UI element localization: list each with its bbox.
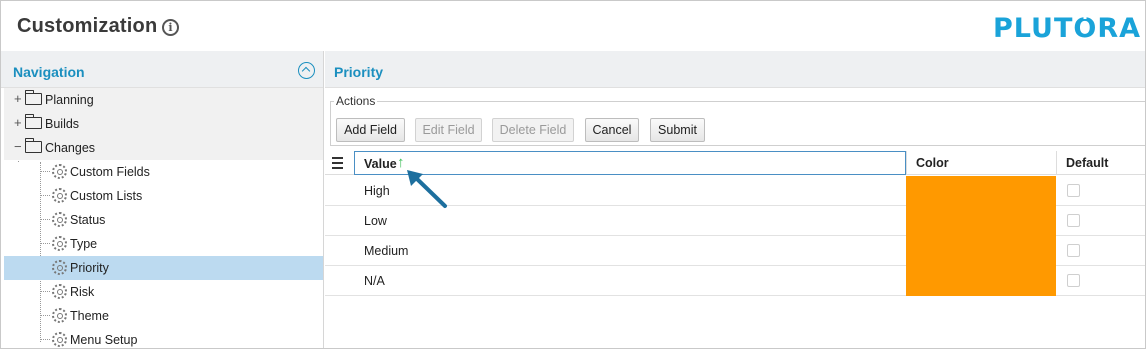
tree-folder-label: Planning <box>45 93 94 107</box>
sidebar-item-custom-fields[interactable]: Custom Fields <box>4 160 323 184</box>
section-title: Priority <box>334 64 384 80</box>
app-window: Customization i PLUTORA Navigation + Pla… <box>0 0 1146 349</box>
edit-field-button[interactable]: Edit Field <box>415 118 482 142</box>
grid-header: Value ↑ Color Default <box>325 151 1145 175</box>
sidebar-item-custom-lists[interactable]: Custom Lists <box>4 184 323 208</box>
main-panel: Priority Actions Add Field Edit Field De… <box>325 51 1145 348</box>
gear-icon <box>52 332 67 347</box>
gear-icon <box>52 212 67 227</box>
sidebar-item-label: Priority <box>70 261 109 275</box>
default-checkbox[interactable] <box>1067 244 1080 257</box>
default-checkbox[interactable] <box>1067 274 1080 287</box>
actions-fieldset: Actions Add Field Edit Field Delete Fiel… <box>330 94 1145 146</box>
sort-ascending-arrow-icon[interactable]: ↑ <box>397 154 405 171</box>
sidebar-item-priority[interactable]: Priority <box>4 256 323 280</box>
brand-logo: PLUTORA <box>992 13 1141 44</box>
sidebar-item-label: Risk <box>70 285 95 299</box>
sidebar-item-label: Custom Lists <box>70 189 143 203</box>
info-icon[interactable]: i <box>162 19 179 36</box>
color-swatch[interactable] <box>906 236 1056 266</box>
sidebar-item-label: Menu Setup <box>70 333 138 347</box>
table-row[interactable]: Medium <box>325 236 1145 266</box>
add-field-button[interactable]: Add Field <box>336 118 405 142</box>
value-cell: Low <box>364 214 387 228</box>
color-swatch[interactable] <box>906 266 1056 296</box>
folder-icon <box>24 90 42 105</box>
column-header-color[interactable]: Color <box>906 151 1056 175</box>
navigation-title: Navigation <box>13 64 85 80</box>
color-swatch[interactable] <box>906 206 1056 236</box>
tree-folder-planning[interactable]: + Planning <box>4 88 323 112</box>
gear-icon <box>52 284 67 299</box>
sidebar-item-label: Theme <box>70 309 109 323</box>
page-header: Customization i PLUTORA <box>1 1 1145 51</box>
gear-icon <box>52 308 67 323</box>
column-header-label: Default <box>1066 156 1109 170</box>
tree-folder-label: Builds <box>45 117 80 131</box>
gear-icon <box>52 260 67 275</box>
table-row[interactable]: High <box>325 176 1145 206</box>
gear-icon <box>52 188 67 203</box>
reorder-icon[interactable] <box>332 157 343 169</box>
column-header-default[interactable]: Default <box>1056 151 1145 175</box>
main-header: Priority <box>325 51 1145 88</box>
sidebar-item-theme[interactable]: Theme <box>4 304 323 328</box>
actions-legend: Actions <box>334 94 378 108</box>
sidebar-item-menu-setup[interactable]: Menu Setup <box>4 328 323 348</box>
color-swatch[interactable] <box>906 176 1056 206</box>
submit-button[interactable]: Submit <box>650 118 705 142</box>
navigation-panel: Navigation + Planning + Builds − Changes… <box>1 51 324 348</box>
sidebar-item-label: Status <box>70 213 106 227</box>
sidebar-item-risk[interactable]: Risk <box>4 280 323 304</box>
sidebar-item-label: Type <box>70 237 98 251</box>
sidebar-item-status[interactable]: Status <box>4 208 323 232</box>
gear-icon <box>52 236 67 251</box>
cancel-button[interactable]: Cancel <box>585 118 639 142</box>
value-cell: Medium <box>364 244 409 258</box>
table-row[interactable]: N/A <box>325 266 1145 296</box>
folder-icon <box>24 114 42 129</box>
tree-folder-label: Changes <box>45 141 96 155</box>
default-checkbox[interactable] <box>1067 184 1080 197</box>
page-title: Customization <box>17 15 158 37</box>
column-header-label: Color <box>916 156 949 170</box>
default-checkbox[interactable] <box>1067 214 1080 227</box>
open-folder-icon <box>24 138 42 153</box>
collapse-chevron-up-icon[interactable] <box>298 62 315 79</box>
column-header-value[interactable]: Value ↑ <box>354 151 906 175</box>
expand-plus-icon[interactable]: + <box>14 115 22 130</box>
column-header-label: Value <box>364 157 397 171</box>
collapse-minus-icon[interactable]: − <box>14 139 22 154</box>
tree-folder-changes[interactable]: − Changes <box>4 136 323 160</box>
value-cell: N/A <box>364 274 385 288</box>
gear-icon <box>52 164 67 179</box>
value-cell: High <box>364 184 390 198</box>
expand-plus-icon[interactable]: + <box>14 91 22 106</box>
sidebar-item-label: Custom Fields <box>70 165 150 179</box>
sidebar-item-type[interactable]: Type <box>4 232 323 256</box>
table-row[interactable]: Low <box>325 206 1145 236</box>
tree-folder-builds[interactable]: + Builds <box>4 112 323 136</box>
delete-field-button[interactable]: Delete Field <box>492 118 574 142</box>
navigation-header: Navigation <box>1 51 323 88</box>
